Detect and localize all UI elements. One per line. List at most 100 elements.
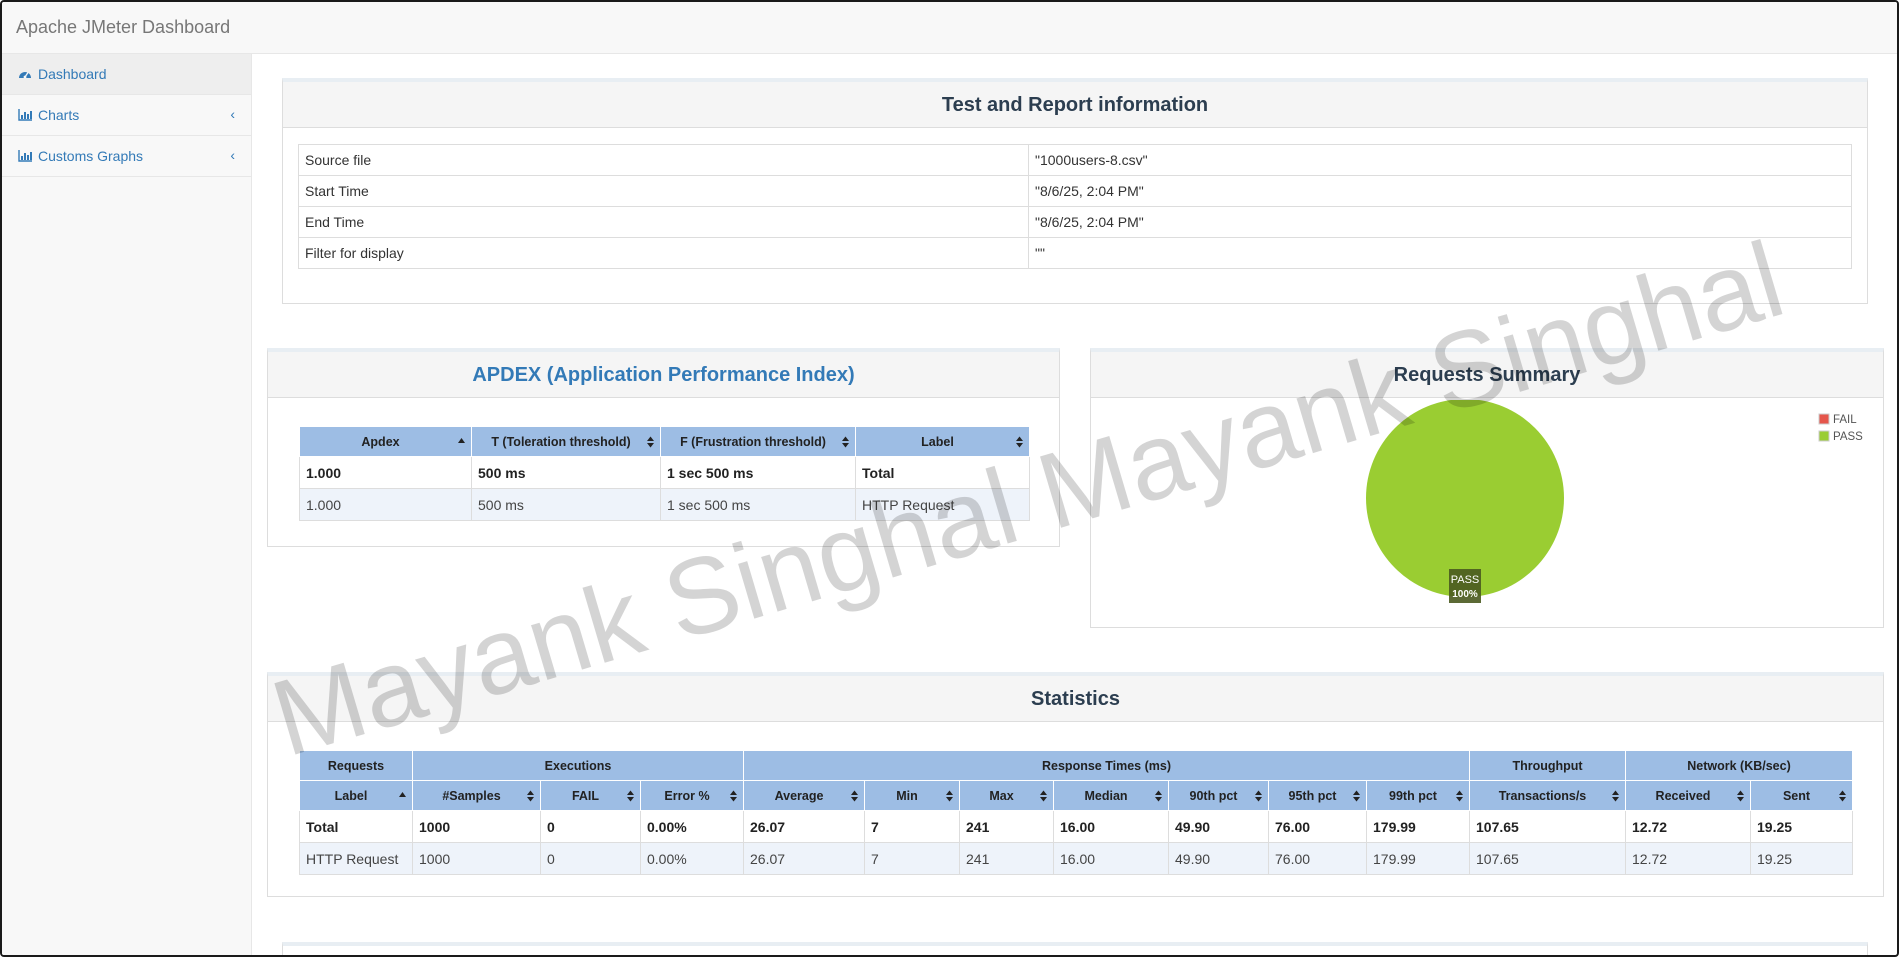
table-row: Source file "1000users-8.csv"	[298, 144, 1852, 176]
column-header-apdex[interactable]: Apdex	[299, 426, 472, 457]
test-info-table: Source file "1000users-8.csv" Start Time…	[298, 144, 1852, 269]
statistics-title: Statistics	[268, 676, 1883, 722]
table-cell: 179.99	[1366, 842, 1470, 875]
table-cell: 241	[959, 810, 1054, 843]
column-header[interactable]: Sent	[1750, 780, 1853, 811]
column-header-label[interactable]: Label	[855, 426, 1030, 457]
column-header[interactable]: 90th pct	[1168, 780, 1269, 811]
bar-chart-icon	[18, 109, 32, 121]
table-cell: 0	[540, 842, 641, 875]
info-value: "1000users-8.csv"	[1028, 144, 1852, 176]
legend-swatch-pass	[1818, 430, 1830, 442]
table-row: 1.000 500 ms 1 sec 500 ms Total	[299, 456, 1030, 489]
dashboard-icon	[19, 72, 31, 79]
info-key: Source file	[298, 144, 1029, 176]
sort-icon	[527, 790, 534, 802]
info-value: "8/6/25, 2:04 PM"	[1028, 206, 1852, 238]
table-cell: 16.00	[1053, 842, 1169, 875]
legend-swatch-fail	[1818, 413, 1830, 425]
requests-summary-panel: Requests Summary FAIL PASS PASS 100%	[1090, 348, 1884, 628]
statistics-panel: Statistics Requests Executions Response …	[267, 672, 1884, 897]
slice-label-name: PASS	[1451, 574, 1480, 586]
sort-icon	[627, 790, 634, 802]
app-title[interactable]: Apache JMeter Dashboard	[16, 17, 230, 38]
chevron-left-icon[interactable]: ‹	[230, 147, 235, 163]
table-cell: 19.25	[1750, 810, 1853, 843]
table-cell: 12.72	[1625, 810, 1751, 843]
table-cell: 7	[864, 842, 960, 875]
column-header[interactable]: Error %	[640, 780, 744, 811]
table-cell: 107.65	[1469, 842, 1626, 875]
top-navbar: Apache JMeter Dashboard	[2, 2, 1897, 54]
statistics-table: Requests Executions Response Times (ms) …	[299, 750, 1853, 875]
legend-label-pass[interactable]: PASS	[1833, 431, 1863, 443]
table-row: End Time "8/6/25, 2:04 PM"	[298, 206, 1852, 238]
column-header[interactable]: Average	[743, 780, 865, 811]
sort-icon	[1155, 790, 1162, 802]
column-header[interactable]: #Samples	[412, 780, 541, 811]
table-cell: 1 sec 500 ms	[660, 488, 856, 521]
sort-icon	[1839, 790, 1846, 802]
column-header-frustration[interactable]: F (Frustration threshold)	[660, 426, 856, 457]
table-cell: 0	[540, 810, 641, 843]
sort-asc-icon	[399, 792, 406, 797]
chevron-left-icon[interactable]: ‹	[230, 106, 235, 122]
table-cell: 0.00%	[640, 842, 744, 875]
sort-icon	[1040, 790, 1047, 802]
sidebar-item-label: Dashboard	[38, 66, 107, 82]
table-row: Start Time "8/6/25, 2:04 PM"	[298, 175, 1852, 207]
group-header-executions: Executions	[412, 750, 744, 781]
table-cell: 1000	[412, 810, 541, 843]
column-header[interactable]: 99th pct	[1366, 780, 1470, 811]
table-cell: 16.00	[1053, 810, 1169, 843]
sidebar-item-dashboard[interactable]: Dashboard	[2, 54, 251, 95]
column-header[interactable]: Min	[864, 780, 960, 811]
sort-icon	[842, 436, 849, 448]
sort-icon	[647, 436, 654, 448]
sort-asc-icon	[458, 438, 465, 443]
column-header[interactable]: Median	[1053, 780, 1169, 811]
next-panel-edge	[282, 942, 1868, 955]
sort-icon	[1353, 790, 1360, 802]
sort-icon	[851, 790, 858, 802]
table-cell: 1000	[412, 842, 541, 875]
table-cell: 76.00	[1268, 842, 1367, 875]
table-row: HTTP Request 1000 0 0.00% 26.07 7 241 16.00 49.9…	[299, 842, 1853, 875]
table-cell: 241	[959, 842, 1054, 875]
table-header-row: Label #Samples FAIL Error % Average Min Max Med…	[299, 780, 1853, 811]
column-header[interactable]: FAIL	[540, 780, 641, 811]
group-header-requests: Requests	[299, 750, 413, 781]
sidebar-item-customs-graphs[interactable]: Customs Graphs ‹	[2, 136, 251, 177]
app-window: Apache JMeter Dashboard Dashboard Charts…	[0, 0, 1899, 957]
sidebar-item-charts[interactable]: Charts ‹	[2, 95, 251, 136]
column-header[interactable]: Label	[299, 780, 413, 811]
table-cell: 19.25	[1750, 842, 1853, 875]
sidebar: Dashboard Charts ‹ Customs Graphs ‹	[2, 54, 252, 955]
sort-icon	[1016, 436, 1023, 448]
column-header[interactable]: 95th pct	[1268, 780, 1367, 811]
column-header[interactable]: Transactions/s	[1469, 780, 1626, 811]
group-header-response-times: Response Times (ms)	[743, 750, 1470, 781]
table-cell: 179.99	[1366, 810, 1470, 843]
requests-summary-title: Requests Summary	[1091, 352, 1883, 398]
table-cell: Total	[855, 456, 1030, 489]
column-header[interactable]: Max	[959, 780, 1054, 811]
bar-chart-icon	[18, 150, 32, 162]
column-header[interactable]: Received	[1625, 780, 1751, 811]
slice-label: PASS 100%	[1449, 569, 1481, 603]
table-cell: 76.00	[1268, 810, 1367, 843]
sort-icon	[1255, 790, 1262, 802]
legend-label-fail[interactable]: FAIL	[1833, 414, 1857, 426]
table-cell: 1.000	[299, 456, 472, 489]
table-cell: 1.000	[299, 488, 472, 521]
info-key: Start Time	[298, 175, 1029, 207]
apdex-panel: APDEX (Application Performance Index) Ap…	[267, 348, 1060, 547]
table-cell: 107.65	[1469, 810, 1626, 843]
column-header-toleration[interactable]: T (Toleration threshold)	[471, 426, 661, 457]
table-cell: 12.72	[1625, 842, 1751, 875]
table-cell: 500 ms	[471, 456, 661, 489]
test-info-title: Test and Report information	[283, 82, 1867, 128]
pie-slice-pass[interactable]	[1366, 400, 1564, 597]
table-row: 1.000 500 ms 1 sec 500 ms HTTP Request	[299, 488, 1030, 521]
main-content: Test and Report information Source file …	[253, 54, 1893, 955]
